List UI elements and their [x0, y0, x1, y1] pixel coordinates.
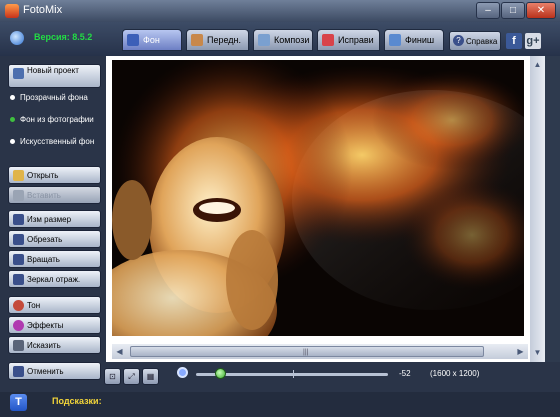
rotate-icon [13, 254, 24, 265]
hints-label: Подсказки: [52, 396, 102, 406]
window-title: FotoMix [23, 4, 63, 16]
distort-button[interactable]: Исказить [8, 336, 101, 354]
crop-icon [13, 234, 24, 245]
paste-button[interactable]: Вставить [8, 186, 101, 204]
fullscreen-button[interactable]: ⤢ [123, 368, 140, 385]
grip-icon: ||| [303, 349, 309, 356]
folder-icon [13, 170, 24, 181]
maximize-button[interactable]: □ [501, 2, 525, 19]
title-bar: FotoMix ‒ □ ✕ [0, 0, 560, 22]
fit-view-button[interactable]: ⊡ [104, 368, 121, 385]
rotate-button[interactable]: Вращать [8, 250, 101, 268]
question-icon: ? [453, 35, 464, 46]
background-icon [127, 34, 139, 46]
view-toolbar [106, 362, 560, 392]
effects-button[interactable]: Эффекты [8, 316, 101, 334]
new-project-button[interactable]: Новый проект [8, 64, 101, 88]
grid-view-button[interactable]: ▦ [142, 368, 159, 385]
zoom-value: -52 [399, 369, 411, 378]
version-label: Версия: 8.5.2 [34, 32, 93, 42]
resize-button[interactable]: Изм размер [8, 210, 101, 228]
help-button[interactable]: ? Справка [449, 31, 501, 51]
text-tool-icon[interactable]: T [10, 394, 27, 411]
tab-foreground[interactable]: Передн. [186, 29, 249, 51]
paste-icon [13, 190, 24, 201]
google-plus-icon[interactable]: g+ [525, 33, 541, 49]
tone-button[interactable]: Тон [8, 296, 101, 314]
image-size-label: (1600 x 1200) [430, 369, 480, 378]
radio-dot [10, 95, 15, 100]
new-project-icon [13, 68, 24, 79]
radio-dot [10, 139, 15, 144]
open-button[interactable]: Открыть [8, 166, 101, 184]
tab-fix[interactable]: Исправи [317, 29, 380, 51]
app-window: FotoMix ‒ □ ✕ Версия: 8.5.2 Фон Передн. … [0, 0, 560, 417]
close-button[interactable]: ✕ [526, 2, 556, 19]
pencil-icon [322, 34, 334, 46]
effects-icon [13, 320, 24, 331]
vertical-scrollbar[interactable]: ▲ ▼ [530, 56, 545, 362]
composition-icon [258, 34, 270, 46]
mirror-icon [13, 274, 24, 285]
tab-finish[interactable]: Финиш [384, 29, 444, 51]
app-logo-icon [10, 31, 24, 45]
scroll-left-arrow-icon[interactable]: ◀ [113, 345, 126, 358]
facebook-icon[interactable]: f [506, 33, 522, 49]
undo-icon [13, 366, 24, 377]
tab-background[interactable]: Фон [122, 29, 182, 51]
photo-image [112, 60, 524, 336]
scroll-down-arrow-icon[interactable]: ▼ [531, 346, 544, 359]
photo-canvas[interactable] [112, 60, 524, 336]
tone-palette-icon [13, 300, 24, 311]
resize-arrows-icon [13, 214, 24, 225]
zoom-slider-tick [293, 370, 294, 378]
finish-icon [389, 34, 401, 46]
crop-button[interactable]: Обрезать [8, 230, 101, 248]
horizontal-scroll-thumb[interactable]: ||| [130, 346, 484, 357]
minimize-button[interactable]: ‒ [476, 2, 500, 19]
tab-composition[interactable]: Компози [253, 29, 313, 51]
scroll-right-arrow-icon[interactable]: ▶ [514, 345, 527, 358]
zoom-magnifier-icon [177, 367, 188, 378]
distort-icon [13, 340, 24, 351]
undo-button[interactable]: Отменить [8, 362, 101, 380]
radio-dot-selected [10, 117, 15, 122]
person-icon [191, 34, 203, 46]
fotomix-app-icon [5, 4, 19, 18]
scroll-up-arrow-icon[interactable]: ▲ [531, 58, 544, 71]
mirror-button[interactable]: Зеркал отраж. [8, 270, 101, 288]
